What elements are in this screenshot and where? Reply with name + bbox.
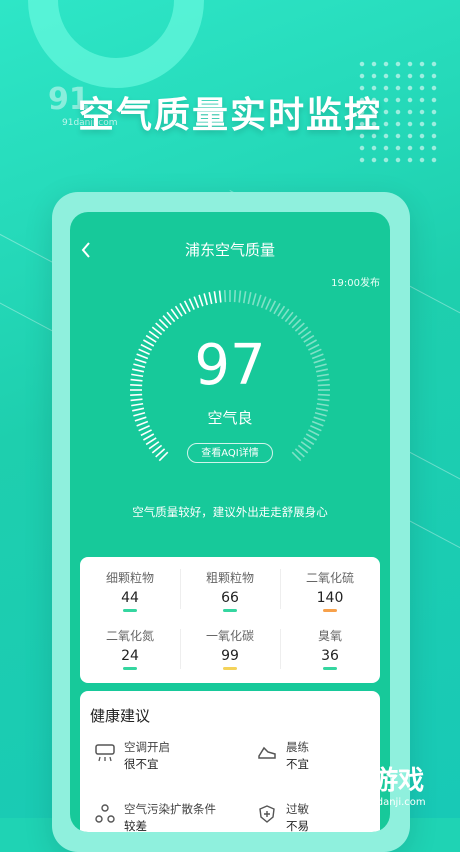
brand-name: 91游戏 — [336, 766, 425, 796]
pollutant-level-bar — [123, 667, 137, 670]
pollutant-value: 66 — [221, 590, 239, 606]
pollutant-value: 24 — [121, 648, 139, 664]
pollutant-level-bar — [323, 667, 337, 670]
running-shoe-icon — [256, 741, 278, 763]
aqi-value: 97 — [194, 333, 266, 398]
gauge-tick — [247, 292, 252, 305]
gauge-tick — [252, 293, 257, 306]
pollutant-label: 二氧化硫 — [305, 571, 354, 585]
tip-value: 不宜 — [286, 757, 309, 771]
gauge-tick — [238, 290, 242, 303]
pollutant-value: 99 — [221, 648, 239, 664]
tip-label: 空气污染扩散条件 — [124, 802, 216, 816]
gauge-tick — [223, 290, 227, 303]
pollutant-label: 细颗粒物 — [105, 571, 154, 585]
page-title: 浦东空气质量 — [184, 241, 275, 259]
gauge-tick — [273, 302, 281, 315]
gauge-tick — [174, 305, 183, 317]
gauge-tick — [198, 294, 204, 307]
promo-headline: 空气质量实时监控 — [77, 95, 382, 136]
gauge-tick — [242, 291, 247, 304]
gauge-tick — [233, 290, 237, 303]
brand-domain: 91danji.com — [364, 797, 426, 808]
pollutant-level-bar — [123, 609, 137, 612]
gauge-tick — [208, 292, 213, 305]
gauge-tick — [140, 429, 152, 437]
pollutant-level-bar — [223, 667, 237, 670]
pollutant-label: 一氧化碳 — [205, 629, 254, 643]
gauge-tick — [148, 441, 160, 450]
gauge-tick — [131, 402, 144, 407]
gauge-tick — [256, 294, 262, 307]
brand-logo: 91游戏 91danji.com — [336, 760, 446, 810]
health-advice-card: 健康建议 空调开启 很不宜 晨练 不宜 空气污染扩散条件 较差 过敏 不易 — [80, 691, 380, 832]
health-tip-pollution[interactable]: 空气污染扩散条件 较差 — [94, 801, 234, 832]
pollutant-so2[interactable]: 二氧化硫 140 — [280, 557, 380, 619]
gauge-tick — [193, 296, 200, 309]
pollutant-label: 臭氧 — [317, 629, 342, 643]
pollutant-value: 140 — [316, 590, 344, 606]
pollutant-value: 36 — [321, 648, 339, 664]
pollutant-o3[interactable]: 臭氧 36 — [280, 615, 380, 677]
gauge-tick — [281, 308, 290, 320]
gauge-tick — [145, 437, 157, 446]
pollution-spread-icon — [94, 803, 116, 825]
tip-value: 不易 — [286, 819, 309, 832]
health-tip-ac[interactable]: 空调开启 很不宜 — [94, 739, 234, 775]
pollutant-level-bar — [323, 609, 337, 612]
pollutant-level-bar — [223, 609, 237, 612]
tip-value: 较差 — [124, 819, 147, 832]
gauge-tick — [277, 305, 286, 317]
gauge-tick — [260, 296, 267, 309]
gauge-tick — [317, 398, 330, 402]
tip-label: 晨练 — [286, 740, 309, 754]
pollutant-pm25[interactable]: 细颗粒物 44 — [80, 557, 180, 619]
gauge-tick — [142, 433, 155, 441]
pollutant-card: 细颗粒物 44 粗颗粒物 66 二氧化硫 140 二氧化氮 24 一氧化碳 99… — [80, 557, 380, 683]
gauge-tick — [183, 300, 191, 312]
pollutant-value: 44 — [121, 590, 139, 606]
pollutant-no2[interactable]: 二氧化氮 24 — [80, 615, 180, 677]
tip-label: 过敏 — [286, 802, 309, 816]
aqi-details-button[interactable]: 查看AQI详情 — [187, 443, 273, 463]
publish-time: 19:00发布 — [331, 278, 380, 289]
gauge-tick — [203, 293, 208, 306]
gauge-tick — [170, 308, 179, 320]
pollutant-co[interactable]: 一氧化碳 99 — [180, 615, 280, 677]
gauge-tick — [303, 437, 315, 446]
aqi-level: 空气良 — [207, 409, 253, 427]
gauge-tick — [269, 300, 277, 312]
gauge-tick — [308, 429, 320, 437]
app-screen: 浦东空气质量 19:00发布 97 空气良 查看AQI详情 空气质量较好，建议外… — [70, 212, 390, 832]
health-title: 健康建议 — [90, 707, 151, 725]
gauge-tick — [300, 441, 312, 450]
gauge-tick — [265, 298, 272, 310]
gauge-tick — [213, 291, 218, 304]
tip-label: 空调开启 — [124, 740, 170, 754]
gauge-tick — [188, 298, 195, 310]
tip-value: 很不宜 — [124, 757, 159, 771]
gauge-tick — [305, 433, 318, 441]
pollutant-label: 粗颗粒物 — [205, 571, 254, 585]
air-advice: 空气质量较好，建议外出走走舒展身心 — [132, 505, 328, 519]
gauge-tick — [179, 302, 187, 315]
air-conditioner-icon — [94, 741, 116, 763]
pollutant-pm10[interactable]: 粗颗粒物 66 — [180, 557, 280, 619]
pollutant-label: 二氧化氮 — [105, 629, 154, 643]
allergy-icon — [256, 803, 278, 825]
nav-bar: 浦东空气质量 — [70, 238, 390, 262]
gauge-tick — [316, 402, 329, 407]
gauge-tick — [130, 398, 143, 402]
gauge-tick — [218, 290, 222, 303]
